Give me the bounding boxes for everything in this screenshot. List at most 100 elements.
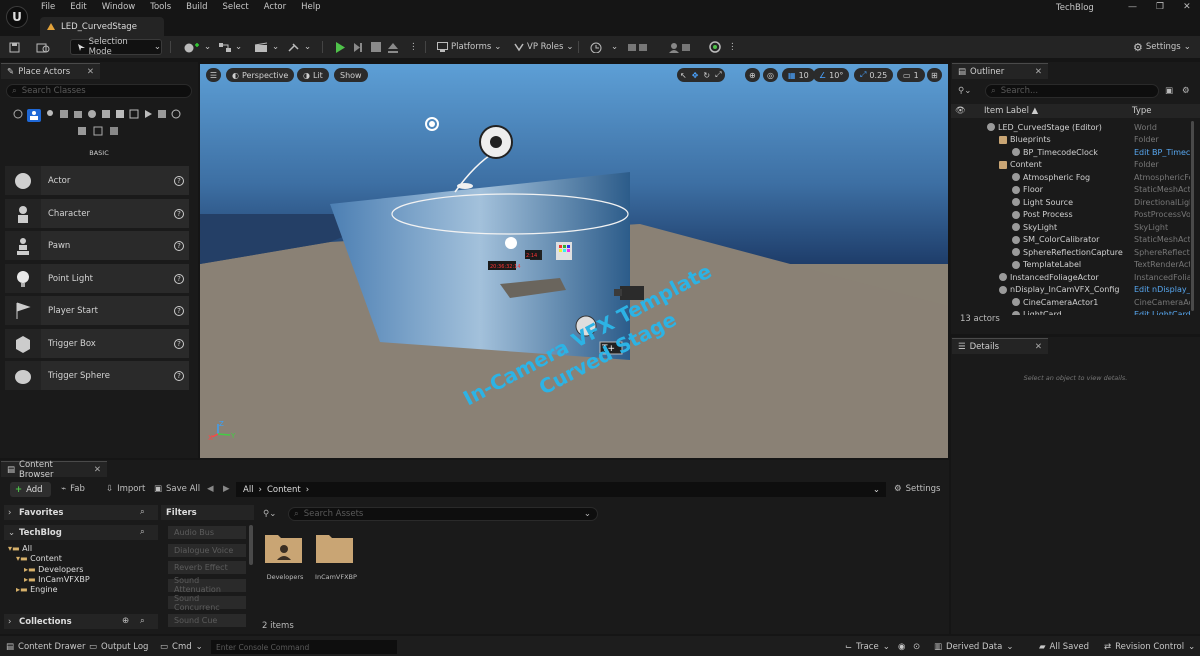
outliner-row[interactable]: SkyLight SkyLight xyxy=(952,221,1192,234)
path-bar: All › Content › ⌄ xyxy=(236,482,886,497)
cb-settings-button[interactable]: ⚙ Settings xyxy=(894,484,941,494)
search-icon[interactable]: ⌕ xyxy=(140,527,145,537)
breadcrumb-all[interactable]: All xyxy=(243,485,254,495)
sphere-icon xyxy=(15,369,31,384)
forward-icon[interactable]: ▶ xyxy=(223,484,230,494)
outliner-row[interactable]: TemplateLabel TextRenderAct xyxy=(952,259,1192,272)
details-tab[interactable]: ☰ Details ✕ xyxy=(952,338,1048,354)
asset-developers[interactable]: Developers xyxy=(262,531,308,581)
saved-icon: ▰ xyxy=(1039,642,1046,652)
filter-item[interactable]: Reverb Effect xyxy=(168,561,246,574)
import-button[interactable]: ⇩ Import xyxy=(106,484,145,494)
tree-content[interactable]: ▾▬ Content xyxy=(8,554,90,564)
outliner-row[interactable]: CineCameraActor1 CineCameraAc xyxy=(952,296,1192,309)
filter-item[interactable]: Audio Bus xyxy=(168,526,246,539)
outliner-item-label: LightCard xyxy=(1023,310,1062,315)
details-empty-message: Select an object to view details. xyxy=(1023,374,1128,382)
outliner-row[interactable]: Atmospheric Fog AtmosphericFo xyxy=(952,171,1192,184)
details-title: Details xyxy=(969,341,1000,352)
asset-filter-icon[interactable]: ⚲⌄ xyxy=(263,509,276,519)
filter-item[interactable]: Sound Concurrenc xyxy=(168,594,246,612)
save-all-button[interactable]: ▣ Save All xyxy=(154,484,200,494)
content-drawer-button[interactable]: ▤ Content Drawer xyxy=(6,640,85,654)
outliner-row[interactable]: Floor StaticMeshAct xyxy=(952,184,1192,197)
fab-icon: ⌁ xyxy=(61,484,67,494)
collections-header[interactable]: › Collections ⊕ ⌕ xyxy=(4,614,158,629)
folder-icon xyxy=(999,160,1007,169)
path-dropdown-icon[interactable]: ⌄ xyxy=(873,485,880,495)
edit-blueprint-link[interactable]: Edit LightCard xyxy=(1134,310,1190,315)
edit-blueprint-link[interactable]: Edit BP_Timec xyxy=(1134,148,1190,157)
item-count: 2 items xyxy=(262,621,294,631)
close-tab-icon[interactable]: ✕ xyxy=(1035,342,1042,352)
outliner-row[interactable]: LightCard Edit LightCard xyxy=(952,309,1192,315)
content-browser-tab[interactable]: ▤ Content Browser ✕ xyxy=(1,460,107,480)
fab-button[interactable]: ⌁ Fab xyxy=(61,484,85,494)
actor-item-trigger-sphere[interactable]: Trigger Sphere ? xyxy=(5,361,189,390)
revision-control-button[interactable]: ⇄ Revision Control ⌄ xyxy=(1104,640,1195,654)
outliner-item-label: BP_TimecodeClock xyxy=(1023,147,1098,157)
all-saved-button[interactable]: ▰ All Saved xyxy=(1039,640,1089,654)
outliner-scrollbar[interactable] xyxy=(1191,121,1194,311)
add-collection-icon[interactable]: ⊕ xyxy=(122,616,129,626)
derived-data-button[interactable]: ▥ Derived Data ⌄ xyxy=(934,640,1013,654)
outliner-item-type: SkyLight xyxy=(1134,222,1169,232)
outliner-row[interactable]: Light Source DirectionalLigh xyxy=(952,196,1192,209)
gear-icon: ⚙ xyxy=(894,484,902,494)
outliner-item-type: TextRenderAct xyxy=(1134,260,1190,270)
trace-button[interactable]: ⌙ Trace ⌄ xyxy=(845,640,890,654)
outliner-row[interactable]: Content Folder xyxy=(952,159,1192,172)
favorites-header[interactable]: › Favorites ⌕ xyxy=(4,505,158,520)
content-browser-panel: ▤ Content Browser ✕ + Add ⌁ Fab ⇩ Import ▣… xyxy=(0,460,949,634)
details-icon: ☰ xyxy=(958,341,966,352)
tree-all[interactable]: ▾▬ All xyxy=(8,544,90,554)
edit-blueprint-link[interactable]: Edit nDisplay_ xyxy=(1134,285,1190,294)
search-assets-input[interactable]: ⌕ Search Assets ⌄ xyxy=(288,507,598,521)
outliner-item-type: DirectionalLigh xyxy=(1134,197,1190,207)
outliner-row[interactable]: InstancedFoliageActor InstancedFolia xyxy=(952,271,1192,284)
output-log-button[interactable]: ▭ Output Log xyxy=(89,640,148,654)
help-icon[interactable]: ? xyxy=(174,370,184,381)
actor-icon xyxy=(999,285,1007,294)
outliner-item-label: Light Source xyxy=(1023,197,1073,207)
asset-incamvfxbp[interactable]: InCamVFXBP xyxy=(313,531,359,581)
filter-item[interactable]: Sound Attenuation xyxy=(168,576,246,594)
trace-icon: ⌙ xyxy=(845,642,853,652)
back-icon[interactable]: ◀ xyxy=(207,484,214,494)
outliner-row[interactable]: Post Process PostProcessVo xyxy=(952,209,1192,222)
outliner-row[interactable]: LED_CurvedStage (Editor) World xyxy=(952,121,1192,134)
actor-item-trigger-box[interactable]: Trigger Box ? xyxy=(5,329,189,358)
bookmark-icon[interactable]: ⊙ xyxy=(913,640,920,654)
search-icon[interactable]: ⌕ xyxy=(140,507,145,517)
actor-icon xyxy=(1012,260,1020,269)
outliner-row[interactable]: nDisplay_InCamVFX_Config Edit nDisplay_ xyxy=(952,284,1192,297)
trigger-box-label: Trigger Box xyxy=(48,338,96,349)
filters-scrollbar[interactable] xyxy=(249,525,253,565)
outliner-row[interactable]: BP_TimecodeClock Edit BP_Timec xyxy=(952,146,1192,159)
outliner-item-label: CineCameraActor1 xyxy=(1023,297,1099,307)
tree-incamvfxbp[interactable]: ▸▬ InCamVFXBP xyxy=(8,575,90,585)
search-icon[interactable]: ⌕ xyxy=(140,616,145,626)
outliner-item-type: AtmosphericFo xyxy=(1134,172,1190,182)
data-icon: ▥ xyxy=(934,642,943,652)
tree-developers[interactable]: ▸▬ Developers xyxy=(8,565,90,575)
outliner-item-label: Content xyxy=(1010,160,1042,170)
revision-icon: ⇄ xyxy=(1104,642,1112,652)
cmd-selector[interactable]: ▭ Cmd ⌄ xyxy=(160,640,203,654)
outliner-row[interactable]: Blueprints Folder xyxy=(952,134,1192,147)
filter-item[interactable]: Sound Cue xyxy=(168,613,246,627)
close-tab-icon[interactable]: ✕ xyxy=(94,465,101,475)
outliner-row[interactable]: SM_ColorCalibrator StaticMeshAct xyxy=(952,234,1192,247)
save-icon: ▣ xyxy=(154,484,163,494)
console-input[interactable]: Enter Console Command xyxy=(211,640,397,654)
record-icon[interactable]: ◉ xyxy=(898,640,905,654)
chevron-down-icon[interactable]: ⌄ xyxy=(584,509,591,519)
outliner-row[interactable]: SphereReflectionCapture SphereReflecti xyxy=(952,246,1192,259)
filter-item[interactable]: Dialogue Voice xyxy=(168,543,246,557)
add-button[interactable]: + Add xyxy=(10,482,51,497)
tree-engine[interactable]: ▸▬ Engine xyxy=(8,585,90,595)
project-header[interactable]: ⌄ TechBlog ⌕ xyxy=(4,525,158,540)
actor-icon xyxy=(1012,223,1020,232)
breadcrumb-content[interactable]: Content xyxy=(267,485,301,495)
help-icon[interactable]: ? xyxy=(174,338,184,349)
